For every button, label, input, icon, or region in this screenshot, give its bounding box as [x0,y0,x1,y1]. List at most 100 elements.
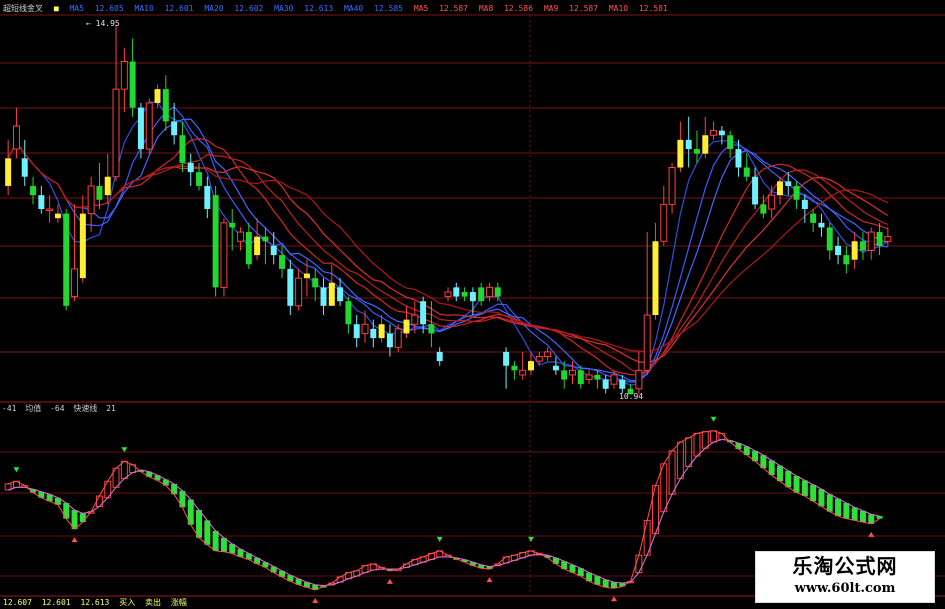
candle-body [818,222,825,228]
candle-body [577,370,584,385]
candle-body [660,203,668,242]
sell-arrow [527,536,534,542]
indicator-bar [818,489,825,507]
indicator-label-avg: 均值 [25,404,42,413]
candle-body [876,232,883,246]
bottom-legend-1: 12.607 [3,598,32,607]
legend-label-ma10: MA10 [134,4,154,13]
legend-value-ma20: 12.602 [234,4,264,13]
indicator-bar [826,494,833,512]
candle-body [428,324,435,334]
candle-body [254,236,261,256]
indicator-bar [120,460,128,480]
candle-body [87,185,95,215]
indicator-bar [79,513,86,523]
sell-arrow [436,536,443,542]
candle-body [436,351,443,362]
indicator-bar [851,507,858,521]
candle-body [229,222,236,228]
candle-body [386,333,393,348]
candle-body [337,287,344,302]
candle-body [760,204,767,214]
candle-body [752,176,759,205]
candle-body [801,199,808,209]
candle-body [718,130,725,136]
candle-body [810,213,817,223]
indicator-bar [859,510,866,523]
indicator-bar [776,465,783,482]
candle-body [561,370,568,380]
candle-body [162,89,169,122]
candle-body [145,102,153,150]
candle-body [279,255,286,269]
high-price-label: ← 14.95 [86,19,120,28]
indicator-bar [635,554,643,574]
buy-arrow [610,596,617,602]
candle-body [635,369,643,390]
bottom-legend-2: 12.601 [41,598,71,607]
candle-body [179,135,186,163]
candle-body [46,208,54,211]
high-price-value: 14.95 [95,19,120,28]
indicator-bar [843,503,850,519]
legend-label-ma10-red: MA10 [608,4,629,13]
indicator-value-fast: 21 [106,404,116,413]
indicator-value-avg: -64 [50,404,65,413]
main-chart-title: 超短线金叉 [3,4,43,13]
candle-body [245,232,252,265]
ma-line-14 [7,137,889,376]
candle-body [693,149,700,154]
candle-body [154,89,161,103]
candle-body [30,185,37,196]
candle-body [884,236,892,242]
watermark-logo: 乐淘公式网 www.60lt.com [755,551,935,603]
legend-label-ma9: MA9 [543,4,559,13]
legend-value-ma10: 12.601 [164,4,194,13]
candle-body [79,213,86,279]
indicator-bar [660,463,668,513]
buy-arrow [486,577,493,583]
candle-body [120,60,128,90]
low-price-value: 10.94 [619,392,644,401]
candle-body [478,287,485,302]
indicator-bar [693,432,701,457]
indicator-bar [701,431,709,449]
candle-body [511,365,518,371]
legend-label-ma8: MA8 [478,4,494,13]
indicator-bar [204,520,211,545]
legend-label-ma5-red: MA5 [413,4,429,13]
legend-value-ma5-red: 12.587 [439,4,468,13]
candle-body [328,282,335,306]
legend-value-ma10-red: 12.581 [638,4,668,13]
indicator-bar [710,430,718,443]
buy-arrow [386,578,393,584]
candle-body [237,231,245,242]
candle-body [370,328,377,339]
candle-body [568,369,576,376]
candle-body [643,314,651,371]
candle-body [793,185,800,200]
candle-body [196,172,203,186]
indicator-bar [196,509,203,538]
candle-body [743,167,750,177]
candle-body [403,319,410,334]
indicator-bars [4,430,883,590]
indicator-arrows [13,416,875,603]
candle-body [677,139,684,168]
indicator-bar [212,530,219,551]
indicator-bar [876,516,883,519]
indicator-bar [801,480,808,497]
candle-body [295,277,303,307]
candle-body [137,107,144,150]
candle-body [602,379,609,389]
bottom-legend-change: 涨幅 [170,598,187,607]
indicator-value-1: -41 [2,404,17,413]
candle-body [129,61,136,108]
watermark-url: www.60lt.com [794,581,896,596]
sell-arrow [13,467,20,473]
legend-marker: ■ [53,4,59,13]
candle-body [702,135,709,154]
candle-body [785,181,792,186]
candle-body [38,195,45,209]
candle-body [5,158,12,186]
